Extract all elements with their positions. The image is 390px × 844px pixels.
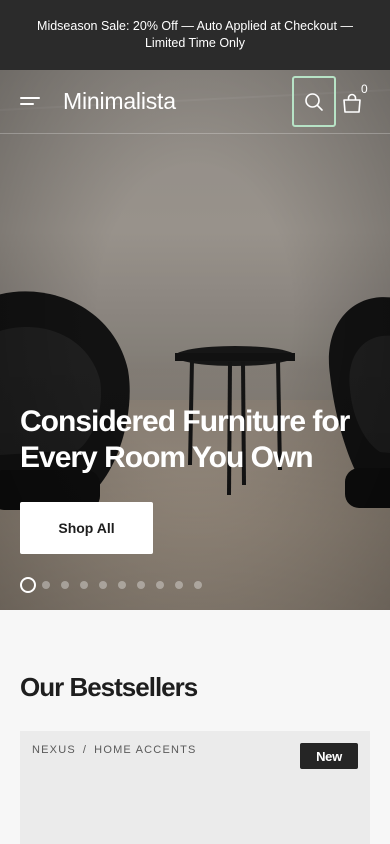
slide-dot-4[interactable]	[80, 581, 88, 589]
site-logo[interactable]: Minimalista	[63, 88, 176, 115]
product-breadcrumb: NEXUS / HOME ACCENTS	[32, 744, 197, 756]
hero-shade	[0, 350, 390, 610]
slide-dot-6[interactable]	[118, 581, 126, 589]
slide-dot-8[interactable]	[156, 581, 164, 589]
slide-dot-2[interactable]	[42, 581, 50, 589]
bestsellers-heading: Our Bestsellers	[20, 672, 198, 702]
slideshow-pagination	[20, 577, 213, 593]
slide-dot-9[interactable]	[175, 581, 183, 589]
search-button[interactable]	[292, 76, 336, 127]
hamburger-menu-icon[interactable]	[20, 96, 40, 108]
slide-dot-3[interactable]	[61, 581, 69, 589]
announcement-bar: Midseason Sale: 20% Off — Auto Applied a…	[0, 0, 390, 70]
hero-title: Considered Furniture for Every Room You …	[20, 405, 350, 474]
search-icon	[305, 92, 323, 111]
slide-dot-1[interactable]	[20, 577, 36, 593]
slide-dot-7[interactable]	[137, 581, 145, 589]
product-category[interactable]: HOME ACCENTS	[94, 744, 196, 756]
slide-dot-10[interactable]	[194, 581, 202, 589]
slide-dot-5[interactable]	[99, 581, 107, 589]
new-badge: New	[300, 743, 358, 769]
site-header: Minimalista 0	[0, 70, 390, 134]
cart-count-badge: 0	[361, 82, 368, 96]
product-vendor[interactable]: NEXUS	[32, 744, 76, 756]
product-card[interactable]: NEXUS / HOME ACCENTS New	[20, 731, 370, 844]
shop-all-button[interactable]: Shop All	[20, 502, 153, 554]
announcement-text: Midseason Sale: 20% Off — Auto Applied a…	[37, 19, 353, 50]
